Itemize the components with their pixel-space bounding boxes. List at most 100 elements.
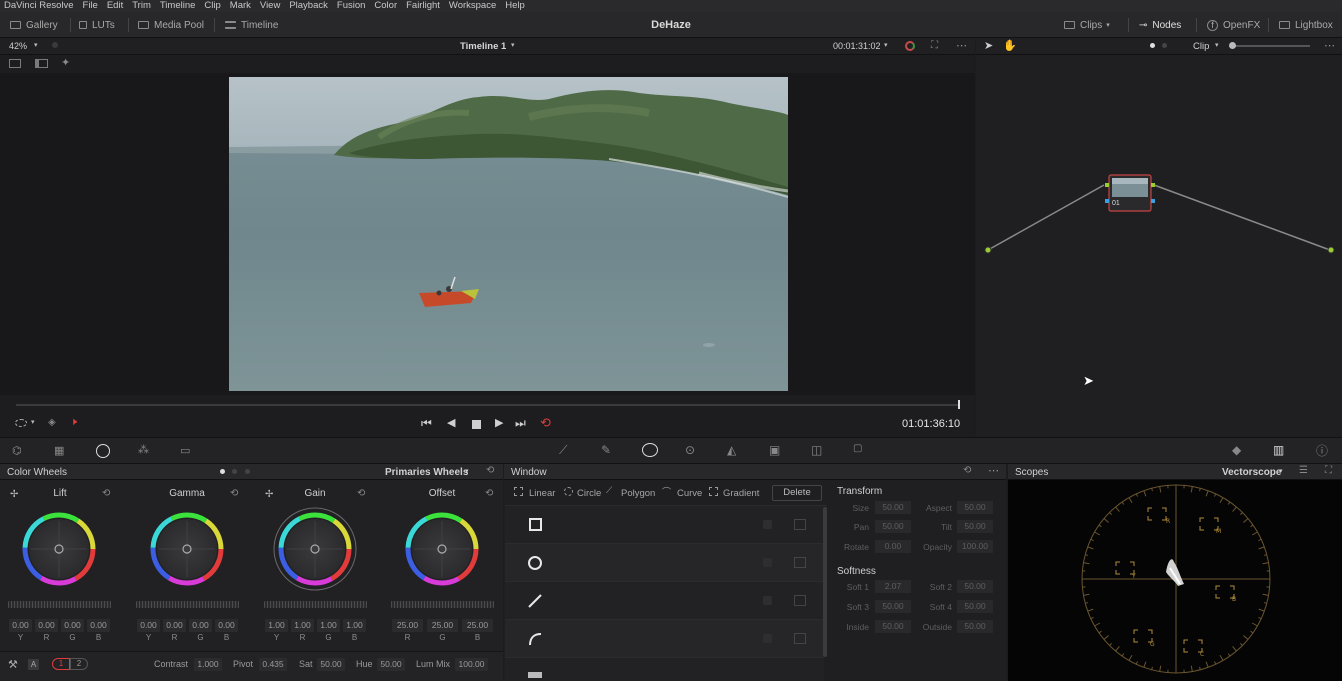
stop-icon[interactable]: [472, 420, 481, 429]
scope-mode[interactable]: Vectorscope: [1222, 467, 1281, 478]
window-row-gradient[interactable]: [505, 658, 824, 681]
timeline-button[interactable]: Timeline: [225, 12, 278, 38]
auto-button[interactable]: A: [28, 659, 39, 670]
rotate-value[interactable]: 0.00: [875, 540, 911, 553]
soft-2-value[interactable]: 50.00: [957, 580, 993, 593]
linear-window-button[interactable]: Linear: [529, 488, 555, 499]
invert-icon[interactable]: [794, 595, 806, 606]
magic-mask-icon[interactable]: ◭: [727, 443, 736, 457]
menu-clip[interactable]: Clip: [204, 0, 220, 12]
chevron-down-icon[interactable]: ▾: [465, 467, 469, 475]
lightbox-button[interactable]: Lightbox: [1279, 12, 1333, 38]
camera-raw-icon[interactable]: ⌬: [12, 444, 22, 457]
toggle-icon[interactable]: [763, 596, 772, 605]
menu-help[interactable]: Help: [505, 0, 525, 12]
play-reverse-icon[interactable]: ◀: [447, 416, 455, 429]
scopes-icon[interactable]: ▥: [1273, 443, 1284, 457]
toggle-icon[interactable]: [763, 520, 772, 529]
sat-value[interactable]: 50.00: [317, 658, 345, 671]
menu-trim[interactable]: Trim: [132, 0, 151, 12]
menu-davinci-resolve[interactable]: DaVinci Resolve: [4, 0, 74, 12]
primaries-mode[interactable]: Primaries Wheels: [385, 467, 468, 478]
chevron-down-icon[interactable]: ▾: [884, 41, 888, 49]
size-value[interactable]: 50.00: [875, 501, 911, 514]
chevron-down-icon[interactable]: ▾: [34, 41, 38, 49]
picker-icon[interactable]: ✢: [265, 489, 273, 500]
fullscreen-icon[interactable]: ⛶: [931, 40, 938, 51]
blur-icon[interactable]: ▣: [769, 443, 780, 457]
node-graph[interactable]: 01 ➤: [976, 55, 1342, 437]
gamma-y-value[interactable]: 0.00: [137, 619, 160, 632]
delete-window-button[interactable]: Delete: [772, 485, 822, 501]
info-icon[interactable]: ⓘ: [1316, 442, 1328, 459]
color-match-icon[interactable]: ▦: [54, 444, 64, 457]
reset-icon[interactable]: ⟲: [963, 465, 971, 476]
node-label[interactable]: 01: [1112, 200, 1120, 207]
pan-value[interactable]: 50.00: [875, 520, 911, 533]
loop-icon[interactable]: ⟲: [540, 415, 551, 431]
openfx-button[interactable]: f OpenFX: [1207, 12, 1260, 38]
offset-master-slider[interactable]: [391, 601, 494, 608]
tilt-value[interactable]: 50.00: [957, 520, 993, 533]
curves-icon[interactable]: ⟋: [559, 443, 567, 458]
split-view-icon[interactable]: [35, 59, 48, 68]
offset-g-value[interactable]: 25.00: [427, 619, 458, 632]
contrast-value[interactable]: 1.000: [194, 658, 222, 671]
window-list-scrollbar[interactable]: [823, 507, 827, 657]
toggle-icon[interactable]: [763, 558, 772, 567]
menu-timeline[interactable]: Timeline: [160, 0, 196, 12]
offset-r-value[interactable]: 25.00: [392, 619, 423, 632]
opacity-value[interactable]: 100.00: [957, 540, 993, 553]
menu-fairlight[interactable]: Fairlight: [406, 0, 440, 12]
menu-workspace[interactable]: Workspace: [449, 0, 496, 12]
keyframes-icon[interactable]: ◆: [1232, 443, 1241, 457]
gain-b-value[interactable]: 1.00: [343, 619, 366, 632]
gamma-g-value[interactable]: 0.00: [189, 619, 212, 632]
picker-icon[interactable]: ✢: [10, 489, 18, 500]
menu-fusion[interactable]: Fusion: [337, 0, 366, 12]
more-icon[interactable]: ⋯: [1324, 39, 1335, 52]
reset-icon[interactable]: ⟲: [102, 488, 110, 499]
gamma-master-slider[interactable]: [136, 601, 239, 608]
gamma-r-value[interactable]: 0.00: [163, 619, 186, 632]
chevron-down-icon[interactable]: ▾: [1215, 41, 1219, 49]
reset-icon[interactable]: ⟲: [357, 488, 365, 499]
chevron-down-icon[interactable]: ▾: [1279, 467, 1283, 475]
single-view-icon[interactable]: [9, 59, 21, 68]
outside-value[interactable]: 50.00: [957, 620, 993, 633]
window-icon[interactable]: [642, 443, 658, 457]
expand-icon[interactable]: ⛶: [1325, 465, 1332, 476]
settings-icon[interactable]: ☰: [1299, 465, 1308, 476]
qualifier-icon[interactable]: ✎: [601, 443, 611, 457]
gallery-button[interactable]: Gallery: [10, 12, 58, 38]
nodes-button[interactable]: ⊸ Nodes: [1139, 12, 1181, 38]
node-mode[interactable]: Clip: [1193, 41, 1209, 52]
3d-icon[interactable]: ▢: [853, 443, 862, 454]
window-row-linear[interactable]: [505, 582, 824, 620]
menu-playback[interactable]: Playback: [289, 0, 328, 12]
menu-file[interactable]: File: [83, 0, 98, 12]
lift-master-slider[interactable]: [8, 601, 111, 608]
reset-icon[interactable]: ⟲: [485, 488, 493, 499]
mute-icon[interactable]: 🕨: [70, 416, 77, 429]
menu-color[interactable]: Color: [374, 0, 397, 12]
stabilize-icon[interactable]: [15, 419, 27, 427]
motion-effects-icon[interactable]: ▭: [180, 444, 190, 457]
aspect-value[interactable]: 50.00: [957, 501, 993, 514]
play-icon[interactable]: ▶: [495, 416, 503, 429]
rgb-mixer-icon[interactable]: ⁂: [138, 443, 149, 456]
polygon-window-button[interactable]: Polygon: [621, 488, 655, 499]
pivot-value[interactable]: 0.435: [259, 658, 287, 671]
key-icon[interactable]: ◫: [811, 443, 822, 457]
zoom-level[interactable]: 42%: [9, 41, 27, 51]
more-icon[interactable]: ⋯: [988, 464, 999, 477]
window-row-circle[interactable]: [505, 544, 824, 582]
hand-icon[interactable]: ✋: [1003, 39, 1017, 52]
color-wheels-icon[interactable]: [96, 444, 110, 458]
skip-start-icon[interactable]: ⏮: [421, 416, 432, 431]
invert-icon[interactable]: [794, 557, 806, 568]
lift-b-value[interactable]: 0.00: [87, 619, 110, 632]
curve-window-button[interactable]: Curve: [677, 488, 702, 499]
menu-edit[interactable]: Edit: [107, 0, 123, 12]
gain-r-value[interactable]: 1.00: [291, 619, 314, 632]
